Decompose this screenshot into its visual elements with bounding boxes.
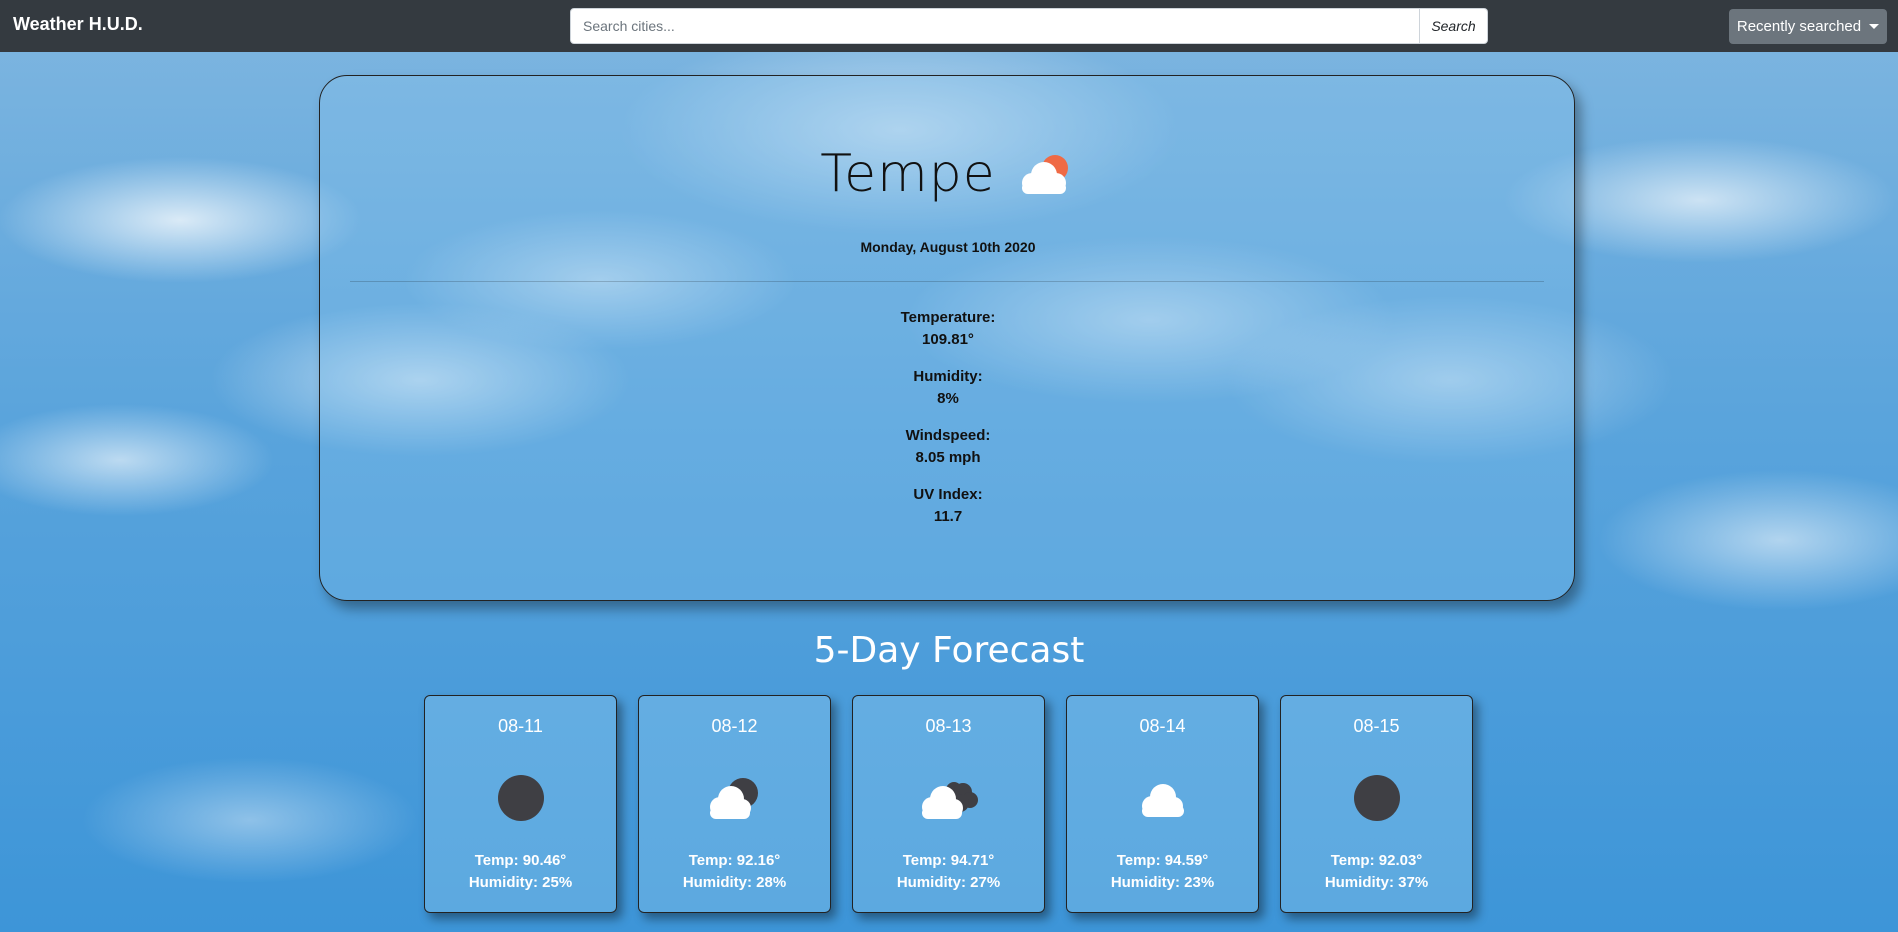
temperature-value: 109.81° [922, 331, 974, 348]
forecast-date: 08-14 [1139, 716, 1186, 736]
divider [350, 281, 1544, 282]
humidity-value: 8% [937, 390, 959, 407]
search-button[interactable]: Search [1420, 8, 1488, 44]
city-name: Tempe [820, 144, 996, 204]
cloud-moon-icon [709, 778, 758, 819]
forecast-temp: Temp: 94.59° [1116, 852, 1209, 869]
city-header: Tempe [320, 144, 1576, 204]
forecast-title: 5-Day Forecast [813, 630, 1085, 671]
humidity-label: Humidity: [913, 368, 983, 385]
app-brand[interactable]: Weather H.U.D. [13, 14, 143, 35]
forecast-humidity: Humidity: 25% [468, 874, 573, 891]
forecast-date: 08-12 [711, 716, 758, 736]
search-group: Search [570, 8, 1488, 44]
forecast-card: 08-14 Temp: 94.59° Humidity: 23% [1066, 695, 1259, 913]
search-input[interactable] [570, 8, 1420, 44]
forecast-date: 08-11 [498, 716, 543, 736]
forecast-date: 08-15 [1353, 716, 1400, 736]
forecast-humidity: Humidity: 23% [1110, 874, 1215, 891]
cloud-icon [1141, 784, 1184, 817]
temperature-label: Temperature: [900, 309, 996, 326]
forecast-temp: Temp: 94.71° [902, 852, 995, 869]
uv-index-label: UV Index: [913, 486, 983, 503]
forecast-humidity: Humidity: 27% [896, 874, 1001, 891]
cloud-dark-clouds-icon [921, 782, 978, 819]
current-date: Monday, August 10th 2020 [860, 239, 1036, 255]
moon-icon [497, 775, 544, 821]
forecast-temp: Temp: 92.16° [688, 852, 781, 869]
forecast-card: 08-15 Temp: 92.03° Humidity: 37% [1280, 695, 1473, 913]
moon-icon [1353, 775, 1400, 821]
forecast-humidity: Humidity: 37% [1324, 874, 1429, 891]
recently-searched-dropdown[interactable]: Recently searched [1729, 9, 1887, 44]
forecast-temp: Temp: 92.03° [1330, 852, 1423, 869]
forecast-card: 08-13 Temp: 94.71° Humidity: 27% [852, 695, 1045, 913]
windspeed-label: Windspeed: [905, 427, 991, 444]
windspeed-value: 8.05 mph [915, 449, 981, 466]
forecast-date: 08-13 [925, 716, 972, 736]
uv-index-value: 11.7 [933, 508, 963, 525]
forecast-temp: Temp: 90.46° [474, 852, 567, 869]
forecast-card: 08-11 Temp: 90.46° Humidity: 25% [424, 695, 617, 913]
navbar: Weather H.U.D. Search Recently searched [0, 0, 1898, 52]
caret-down-icon [1869, 24, 1880, 29]
recently-searched-label: Recently searched [1736, 18, 1862, 35]
partly-cloudy-sun-icon [1021, 155, 1068, 194]
forecast-humidity: Humidity: 28% [682, 874, 787, 891]
forecast-card: 08-12 Temp: 92.16° Humidity: 28% [638, 695, 831, 913]
current-weather-card: Tempe Monday, August 10th 2020 Temperatu… [319, 75, 1575, 601]
